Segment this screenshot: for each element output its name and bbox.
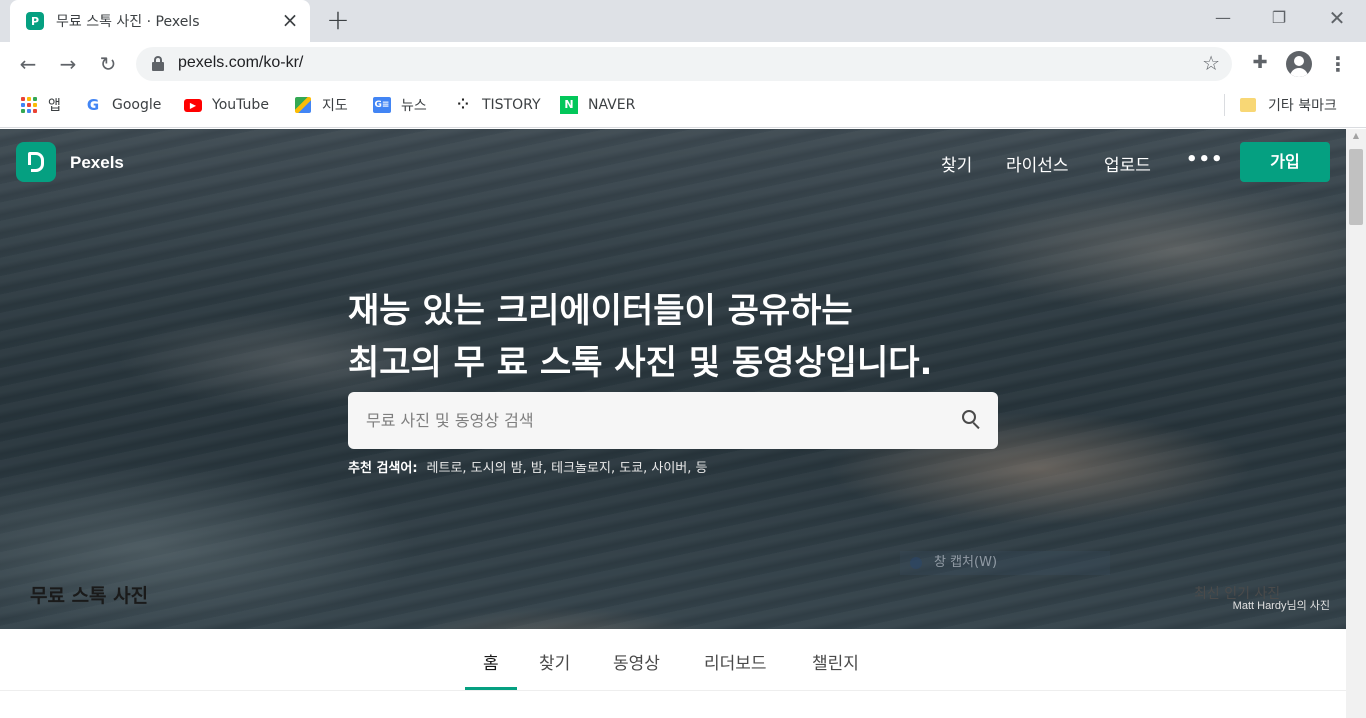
browser-tabstrip: P 무료 스톡 사진 · Pexels × + — ❐ ✕ [0, 0, 1366, 42]
minimize-button[interactable]: — [1208, 6, 1238, 30]
youtube-icon: ▶ [184, 96, 202, 114]
pexels-logo-icon[interactable] [16, 142, 56, 182]
hero-ocean-image: Pexels 찾기 라이선스 업로드 ••• 가입 재능 있는 크리에이터들이 … [0, 129, 1346, 629]
search-icon[interactable] [962, 410, 982, 430]
restore-button[interactable]: ❐ [1264, 6, 1294, 30]
naver-icon: N [560, 96, 578, 114]
bookmark-label: Google [112, 97, 162, 113]
tab-videos[interactable]: 동영상 [613, 649, 660, 674]
news-icon: G≡ [373, 96, 391, 114]
back-button[interactable]: ← [14, 50, 42, 78]
url-text[interactable]: pexels.com/ko-kr/ [178, 54, 303, 72]
join-button[interactable]: 가입 [1240, 142, 1330, 182]
scroll-thumb[interactable] [1349, 149, 1363, 225]
tab-home[interactable]: 홈 [483, 649, 499, 674]
bookmark-youtube[interactable]: ▶ YouTube [184, 94, 269, 116]
active-tab-indicator [465, 687, 517, 690]
brand-name[interactable]: Pexels [70, 153, 124, 173]
tab-title: 무료 스톡 사진 · Pexels [56, 14, 200, 30]
bookmark-label: 뉴스 [401, 98, 427, 114]
tab-challenges[interactable]: 챌린지 [812, 649, 859, 674]
browser-toolbar: ← → ↻ pexels.com/ko-kr/ ☆ ✚ ⋮ [0, 42, 1366, 86]
headline-line-2: 최고의 무 료 스톡 사진 및 동영상입니다. [348, 343, 933, 383]
bookmark-label: YouTube [212, 97, 269, 113]
scroll-up-arrow-icon[interactable]: ▲ [1346, 131, 1366, 145]
sub-navigation: 홈 찾기 동영상 리더보드 챌린지 [0, 629, 1346, 691]
more-icon[interactable]: ••• [1186, 149, 1224, 170]
bookmarks-bar: 앱 G Google ▶ YouTube 지도 G≡ 뉴스 ⁘ TISTORY … [0, 86, 1366, 128]
bookmark-label: 기타 북마크 [1268, 98, 1337, 114]
forward-button[interactable]: → [54, 50, 82, 78]
bookmark-google[interactable]: G Google [84, 94, 162, 116]
window-capture-overlay[interactable]: 창 캡처(W) [900, 551, 1110, 575]
suggest-list[interactable]: 레트로, 도시의 밤, 밤, 테크놀로지, 도쿄, 사이버, 등 [427, 457, 708, 476]
pexels-favicon-icon: P [26, 12, 44, 30]
hero-headline: 재능 있는 크리에이터들이 공유하는 최고의 무 료 스톡 사진 및 동영상입니… [348, 285, 932, 389]
tistory-icon: ⁘ [457, 97, 469, 113]
maps-icon [294, 96, 312, 114]
bookmark-maps[interactable]: 지도 [294, 94, 348, 116]
browser-menu-icon[interactable]: ⋮ [1328, 51, 1348, 77]
bookmark-naver[interactable]: N NAVER [560, 94, 635, 116]
search-input[interactable] [348, 392, 938, 449]
section-title: 무료 스톡 사진 [30, 585, 149, 607]
search-box [348, 392, 998, 449]
page-scrollbar[interactable]: ▲ [1346, 129, 1366, 718]
capture-icon [910, 557, 922, 569]
bookmark-star-icon[interactable]: ☆ [1202, 51, 1220, 75]
lock-icon[interactable] [152, 56, 164, 71]
tab-explore[interactable]: 찾기 [539, 649, 570, 674]
bookmark-news[interactable]: G≡ 뉴스 [373, 94, 427, 116]
sort-dropdown[interactable]: 최신 인기 사진 [1194, 583, 1280, 603]
google-icon: G [86, 96, 100, 114]
reload-button[interactable]: ↻ [94, 50, 122, 78]
suggested-searches: 추천 검색어: 레트로, 도시의 밤, 밤, 테크놀로지, 도쿄, 사이버, 등 [348, 457, 708, 476]
bookmark-other-folder[interactable]: 기타 북마크 [1240, 94, 1337, 116]
bookmarks-separator [1224, 94, 1225, 116]
capture-label: 창 캡처(W) [934, 555, 998, 570]
bookmark-tistory[interactable]: ⁘ TISTORY [454, 94, 541, 116]
close-window-button[interactable]: ✕ [1322, 6, 1352, 30]
bookmark-apps[interactable]: 앱 [20, 94, 61, 116]
bookmark-label: 앱 [48, 98, 61, 114]
suggest-label: 추천 검색어: [348, 461, 418, 476]
nav-explore[interactable]: 찾기 [941, 151, 972, 176]
tab-leaderboard[interactable]: 리더보드 [704, 649, 767, 674]
headline-line-1: 재능 있는 크리에이터들이 공유하는 [348, 291, 853, 331]
profile-avatar-icon[interactable] [1286, 51, 1312, 77]
nav-upload[interactable]: 업로드 [1104, 151, 1151, 176]
bookmark-label: NAVER [588, 97, 636, 113]
address-bar[interactable]: pexels.com/ko-kr/ ☆ [136, 47, 1232, 81]
bookmark-label: TISTORY [482, 97, 541, 113]
page-viewport: Pexels 찾기 라이선스 업로드 ••• 가입 재능 있는 크리에이터들이 … [0, 129, 1346, 718]
bookmark-label: 지도 [322, 98, 348, 114]
apps-icon [20, 96, 38, 114]
browser-tab[interactable]: P 무료 스톡 사진 · Pexels × [10, 0, 310, 42]
new-tab-button[interactable]: + [326, 6, 350, 35]
folder-icon [1240, 98, 1256, 112]
close-tab-icon[interactable]: × [280, 10, 300, 31]
nav-license[interactable]: 라이선스 [1006, 151, 1069, 176]
extensions-puzzle-icon[interactable]: ✚ [1248, 51, 1272, 75]
